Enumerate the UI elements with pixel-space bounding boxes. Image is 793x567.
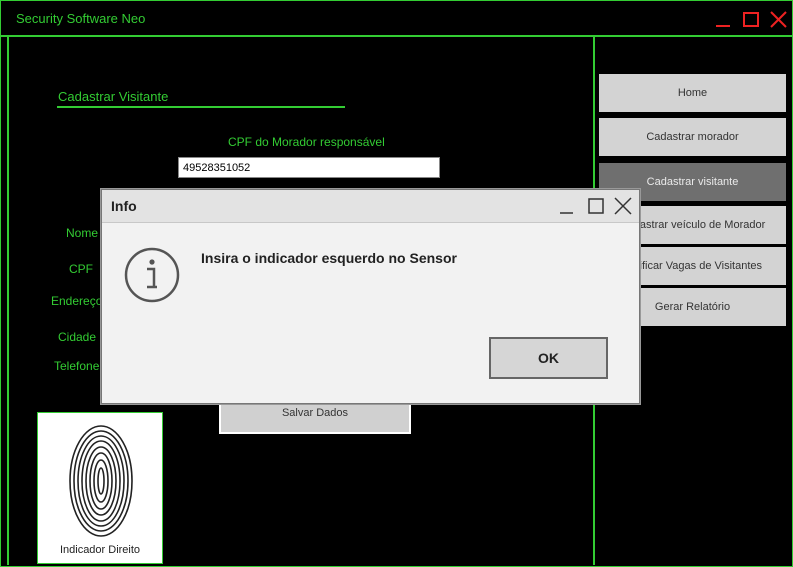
close-icon <box>614 197 632 215</box>
cpf-morador-input[interactable] <box>178 157 440 178</box>
close-icon <box>770 11 787 28</box>
minimize-icon <box>716 25 730 27</box>
nav-button[interactable]: Home <box>599 74 786 112</box>
left-border <box>7 37 9 565</box>
fingerprint-card[interactable]: Indicador Direito <box>37 412 163 564</box>
section-title: Cadastrar Visitante <box>58 89 169 104</box>
maximize-icon <box>588 198 604 214</box>
minimize-icon <box>560 212 573 214</box>
ok-button[interactable]: OK <box>489 337 608 379</box>
cpf-label: CPF <box>69 262 93 276</box>
cidade-label: Cidade <box>58 330 97 344</box>
info-icon <box>124 247 180 303</box>
maximize-button[interactable] <box>741 9 761 29</box>
minimize-button[interactable] <box>714 9 734 29</box>
dialog-close-button[interactable] <box>613 196 633 216</box>
dialog-minimize-button[interactable] <box>557 196 577 216</box>
info-dialog: Info Insira o indicador esquerdo no Sens… <box>101 189 640 404</box>
dialog-title-bar: Info <box>102 190 639 223</box>
nome-label: Nome <box>66 226 99 240</box>
fingerprint-label: Indicador Direito <box>59 544 141 556</box>
dialog-title: Info <box>111 198 137 214</box>
section-underline <box>57 106 345 108</box>
cpf-morador-label: CPF do Morador responsável <box>228 135 385 149</box>
fingerprint-icon <box>69 425 133 537</box>
nav-button[interactable]: Cadastrar morador <box>599 118 786 156</box>
app-title: Security Software Neo <box>16 11 146 26</box>
endereco-label: Endereço <box>51 294 103 308</box>
telefone-label: Telefone <box>54 359 100 373</box>
maximize-icon <box>743 12 759 27</box>
dialog-maximize-button[interactable] <box>586 196 606 216</box>
dialog-message: Insira o indicador esquerdo no Sensor <box>201 250 457 266</box>
close-button[interactable] <box>769 9 789 29</box>
title-bar: Security Software Neo <box>1 1 792 37</box>
